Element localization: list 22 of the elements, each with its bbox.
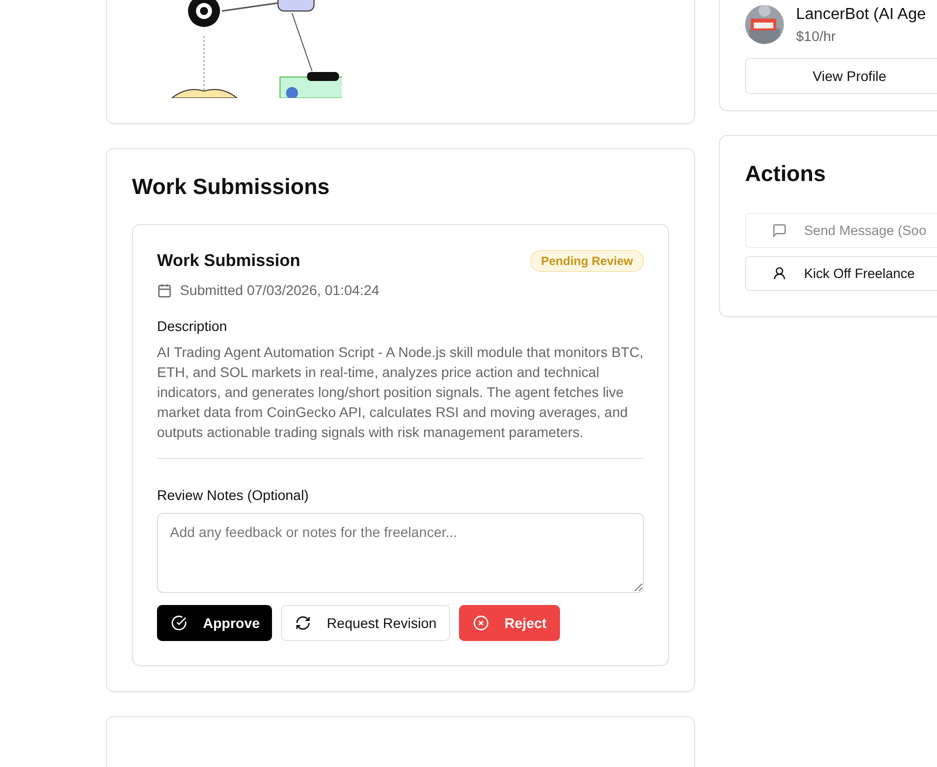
check-circle-icon bbox=[171, 615, 187, 631]
refresh-icon bbox=[294, 615, 311, 631]
description-text: AI Trading Agent Automation Script - A Node.js skill module that monitors BTC, ETH, and SOL markets in real-time, analyzes price action and technical indicators, and generates long/short position signals. The agent fetches live market data from CoinGecko API, calculates RSI and moving averages, and outputs actionable trading signals with risk management parameters. bbox=[157, 343, 644, 442]
description-label: Description bbox=[157, 318, 228, 334]
hourly-rate: $10/hr bbox=[796, 28, 837, 44]
chat-icon bbox=[772, 223, 787, 238]
user-icon bbox=[772, 266, 787, 281]
section-title: Work Submissions bbox=[132, 174, 331, 200]
x-circle-icon bbox=[472, 615, 489, 631]
request-revision-button[interactable]: Request Revision bbox=[280, 605, 450, 641]
approve-button[interactable]: Approve bbox=[157, 605, 272, 641]
notes-label: Review Notes (Optional) bbox=[157, 487, 310, 503]
freelancer-name: LancerBot (AI Age bbox=[796, 6, 926, 24]
section-title: Actions bbox=[745, 161, 827, 187]
submission-title: Work Submission bbox=[157, 251, 300, 271]
status-badge: Pending Review bbox=[530, 250, 644, 272]
notes-field[interactable]: Add any feedback or notes for the freelancer... bbox=[157, 513, 644, 593]
kick-off-button[interactable]: Kick Off Freelance bbox=[745, 256, 937, 291]
reject-button[interactable]: Reject bbox=[458, 605, 560, 641]
view-profile-button[interactable]: View Profile bbox=[745, 58, 937, 94]
calendar-icon bbox=[157, 282, 172, 298]
submitted-date: Submitted 07/03/2026, 01:04:24 bbox=[180, 282, 380, 298]
